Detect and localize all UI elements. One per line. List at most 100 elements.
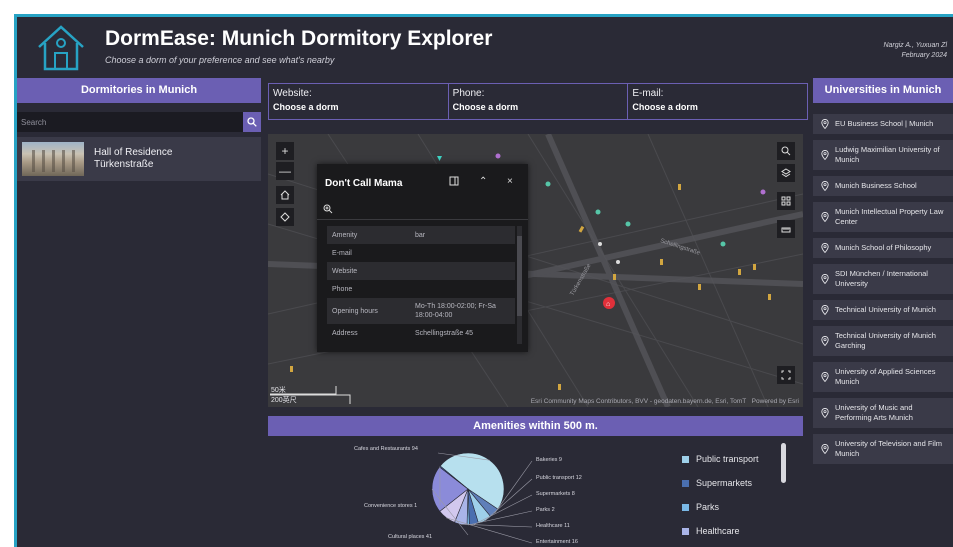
location-pin-icon <box>821 372 829 382</box>
svg-text:⌂: ⌂ <box>606 301 610 308</box>
popup-attribute-table: Amenity bar E-mail Website Phone Opening … <box>327 226 515 342</box>
zoom-to-button[interactable] <box>323 204 333 216</box>
table-row: E-mail <box>332 249 352 257</box>
collapse-button[interactable]: ⌃ <box>479 176 487 187</box>
slice-label: Cultural places 41 <box>388 534 432 540</box>
table-row: Opening hours Mo-Th 18:00-02:00; Fr-Sa 18… <box>327 298 515 324</box>
university-item[interactable]: Munich Intellectual Property Law Center <box>813 202 953 232</box>
slice-label: Public transport 12 <box>536 475 582 481</box>
fullscreen-icon <box>781 370 791 380</box>
university-item[interactable]: EU Business School | Munich <box>813 114 953 134</box>
ruler-icon <box>781 227 791 233</box>
zoom-out-button[interactable]: — <box>276 162 294 180</box>
table-row: Phone <box>332 285 353 293</box>
location-pin-icon <box>821 212 829 222</box>
dormitories-heading: Dormitories in Munich <box>17 78 261 103</box>
layers-button[interactable] <box>777 164 795 182</box>
home-icon <box>280 190 290 200</box>
location-pin-icon <box>821 243 829 253</box>
university-item[interactable]: Technical University of Munich <box>813 300 953 320</box>
slice-label: Cafes and Restaurants 94 <box>354 446 418 452</box>
location-pin-icon <box>821 408 829 418</box>
search-input[interactable] <box>17 112 243 132</box>
grid-icon <box>781 196 791 206</box>
legend-item: Supermarkets <box>682 471 759 495</box>
feature-popup: Don't Call Mama ⌃ × Amenity bar E-mail We… <box>317 164 528 352</box>
location-pin-icon <box>821 119 829 129</box>
map-attribution: Esri Community Maps Contributors, BVV - … <box>530 398 799 405</box>
university-name: University of Television and Film Munich <box>835 439 942 458</box>
layers-icon <box>781 168 791 178</box>
chevron-up-icon: ⌃ <box>479 176 488 187</box>
map-search-button[interactable] <box>777 142 795 160</box>
dock-icon <box>449 176 459 186</box>
location-pin-icon <box>821 274 829 284</box>
university-item[interactable]: University of Music and Performing Arts … <box>813 398 953 428</box>
legend-swatch <box>682 527 689 535</box>
location-pin-icon <box>821 336 829 346</box>
zoom-in-button[interactable]: + <box>276 142 294 160</box>
university-item[interactable]: Munich Business School <box>813 176 953 196</box>
legend-swatch <box>682 455 689 463</box>
close-button[interactable]: × <box>507 176 513 187</box>
amenities-legend: Public transport Supermarkets Parks Heal… <box>682 447 759 543</box>
map-view[interactable]: Türkenstraße Schellingstraße ⌂ + — Don't… <box>268 134 803 407</box>
email-info: E-mail: Choose a dorm <box>632 88 698 112</box>
search-icon <box>247 117 257 127</box>
legend-scrollbar[interactable] <box>781 443 786 483</box>
slice-label: Parks 2 <box>536 507 555 513</box>
table-row: Amenity bar <box>327 226 515 244</box>
amenities-heading: Amenities within 500 m. <box>268 416 803 436</box>
authors: Nargiz A., Yuxuan Zl <box>883 42 947 49</box>
basemap-gallery-button[interactable] <box>777 192 795 210</box>
dock-button[interactable] <box>449 176 459 189</box>
page-subtitle: Choose a dorm of your preference and see… <box>105 55 335 65</box>
dorm-name: Hall of Residence Türkenstraße <box>94 147 173 170</box>
university-item[interactable]: Technical University of Munich Garching <box>813 326 953 356</box>
university-name: Munich Business School <box>835 181 917 190</box>
slice-leader-line <box>446 517 533 544</box>
table-row: Address Schellingstraße 45 <box>332 329 473 337</box>
table-row: Website <box>327 262 515 280</box>
university-item[interactable]: Munich School of Philosophy <box>813 238 953 258</box>
location-pin-icon <box>821 305 829 315</box>
search-button[interactable] <box>243 112 261 132</box>
university-name: Technical University of Munich <box>835 305 936 314</box>
university-item[interactable]: SDI München / International University <box>813 264 953 294</box>
university-name: Munich Intellectual Property Law Center <box>835 207 944 226</box>
location-pin-icon <box>821 444 829 454</box>
slice-label: Entertainment 16 <box>536 539 578 545</box>
university-item[interactable]: University of Television and Film Munich <box>813 434 953 464</box>
close-icon: × <box>507 176 513 187</box>
page-title: DormEase: Munich Dormitory Explorer <box>105 27 493 50</box>
university-name: SDI München / International University <box>835 269 928 288</box>
popup-title: Don't Call Mama <box>325 178 403 189</box>
university-item[interactable]: University of Applied Sciences Munich <box>813 362 953 392</box>
fullscreen-button[interactable] <box>777 366 795 384</box>
amenities-pie-chart: Cafes and Restaurants 94 Bakeries 9 Public… <box>354 446 582 545</box>
slice-label: Supermarkets 8 <box>536 491 575 497</box>
dorm-list-item[interactable]: Hall of Residence Türkenstraße <box>17 137 261 181</box>
popup-scrollbar[interactable] <box>517 226 522 344</box>
universities-heading: Universities in Munich <box>813 78 953 103</box>
slice-leader-line <box>460 523 533 528</box>
legend-item: Parks <box>682 495 759 519</box>
university-name: Munich School of Philosophy <box>835 243 932 252</box>
home-button[interactable] <box>276 186 294 204</box>
measure-button[interactable] <box>777 220 795 238</box>
university-item[interactable]: Ludwig Maximilian University of Munich <box>813 140 953 170</box>
slice-label: Convenience stores 1 <box>364 503 417 509</box>
legend-swatch <box>682 503 689 511</box>
legend-swatch <box>682 479 689 487</box>
locate-icon <box>280 212 290 222</box>
university-name: Ludwig Maximilian University of Munich <box>835 145 940 164</box>
university-name: University of Music and Performing Arts … <box>835 403 913 422</box>
locate-button[interactable] <box>276 208 294 226</box>
search-icon <box>781 146 791 156</box>
location-pin-icon <box>821 150 829 160</box>
dorm-search <box>17 112 261 132</box>
house-logo-icon <box>38 25 84 71</box>
amenities-panel: Cafes and Restaurants 94 Bakeries 9 Public… <box>268 437 803 547</box>
dorm-contact-info: Website: Choose a dorm Phone: Choose a d… <box>268 83 808 120</box>
slice-label: Healthcare 11 <box>536 523 570 529</box>
